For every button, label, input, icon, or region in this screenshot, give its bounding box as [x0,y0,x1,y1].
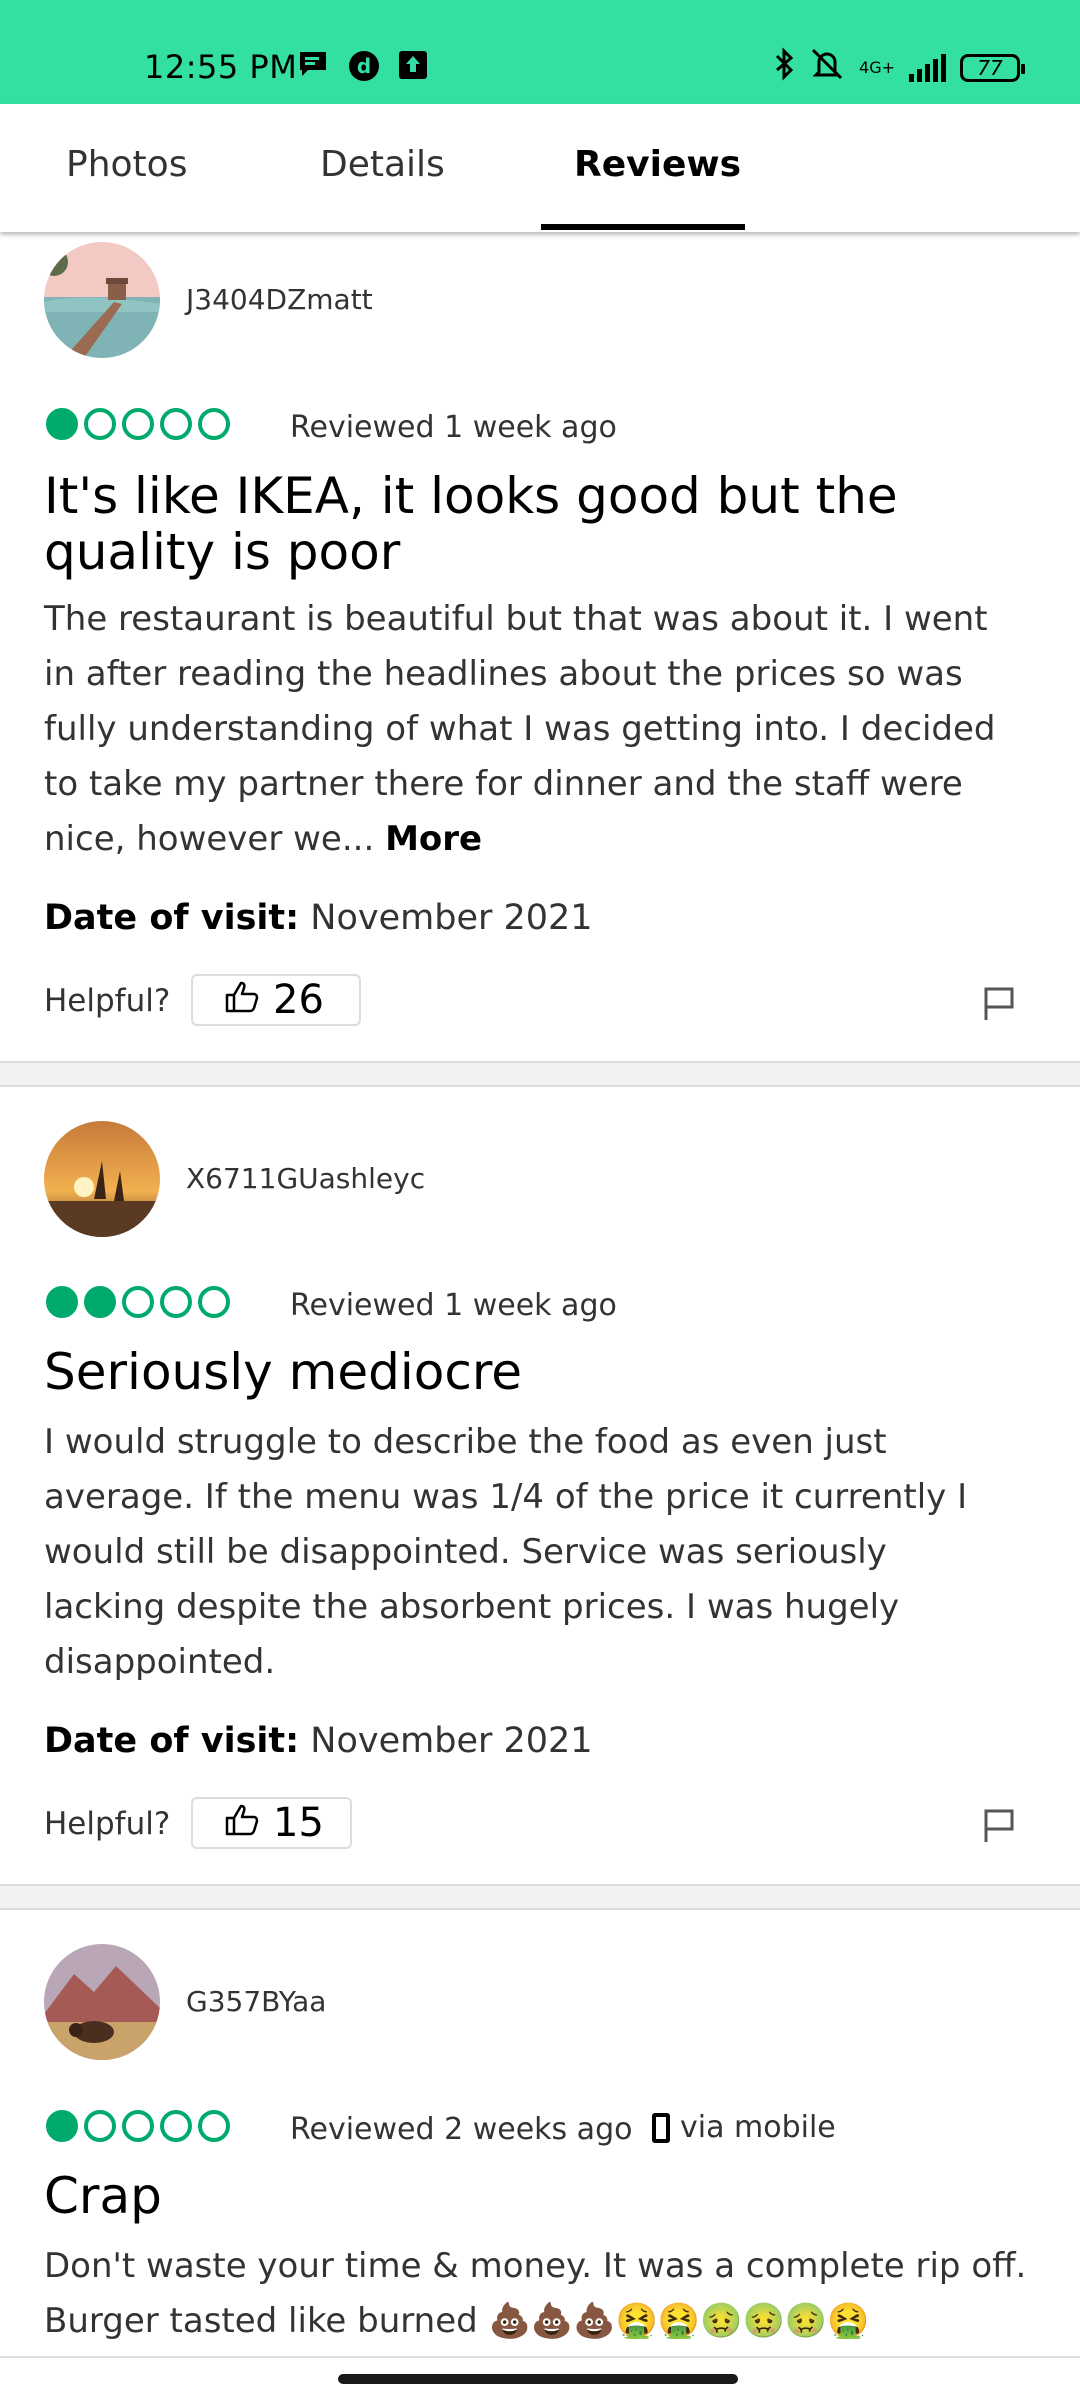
bottom-divider [0,2356,1080,2358]
rating-bubbles [46,408,230,440]
flag-icon[interactable] [982,986,1018,1026]
review-separator [0,1884,1080,1910]
review-body-text: nice, however we... [44,819,375,859]
battery-icon: 77 [960,53,1025,82]
rating-dot-empty [122,408,154,440]
review-body: Don't waste your time & money. It was a … [44,2239,1074,2349]
date-of-visit-value: November 2021 [310,898,593,938]
app-notification-icon: d [348,50,380,86]
avatar[interactable] [44,1121,160,1237]
date-of-visit: Date of visit: November 2021 [44,898,593,938]
rating-dot-filled [84,1286,116,1318]
home-indicator[interactable] [338,2374,738,2384]
review-body-line: in after reading the headlines about the… [44,654,963,694]
review-body: The restaurant is beautiful but that was… [44,592,1044,867]
rating-dot-empty [122,1286,154,1318]
status-icons: 4G+ 77 [773,46,1025,89]
review-date: Reviewed 2 weeks ago [290,2112,633,2147]
helpful-button[interactable]: 15 [191,1797,352,1849]
more-link[interactable]: More [385,819,482,859]
review-body-line: average. If the menu was 1/4 of the pric… [44,1477,968,1517]
rating-dot-empty [160,1286,192,1318]
tab-reviews[interactable]: Reviews [574,144,741,185]
avatar[interactable] [44,1944,160,2060]
helpful-count: 15 [273,1800,324,1846]
reviewer-username[interactable]: X6711GUashleyc [186,1162,425,1195]
date-of-visit-label: Date of visit: [44,1721,300,1761]
rating-dot-empty [122,2110,154,2142]
rating-dot-filled [46,1286,78,1318]
review-body-line: to take my partner there for dinner and … [44,764,963,804]
review-body-line: would still be disappointed. Service was… [44,1532,887,1572]
network-type: 4G+ [859,57,895,77]
review-body-line: Don't waste your time & money. It was a … [44,2246,1027,2286]
date-of-visit-label: Date of visit: [44,898,300,938]
helpful-count: 26 [273,977,324,1023]
review-title[interactable]: It's like IKEA, it looks good but the qu… [44,468,1044,580]
review-body-text: Burger tasted like burned [44,2301,478,2341]
via-mobile: via mobile [652,2110,836,2145]
flag-icon[interactable] [982,1808,1018,1848]
review-body-line: Burger tasted like burned 💩💩💩🤮🤮🤢🤢🤢🤮 [44,2294,1074,2349]
review-title-line: It's like IKEA, it looks good but the [44,467,898,525]
rating-dot-empty [160,408,192,440]
review-body-line: nice, however we... More [44,812,1044,867]
review-emojis: 💩💩💩🤮🤮🤢🤢🤢🤮 [488,2301,870,2341]
reviewer-username[interactable]: J3404DZmatt [186,283,373,316]
tab-details[interactable]: Details [320,144,445,185]
review-body: I would struggle to describe the food as… [44,1415,1044,1690]
rating-dot-empty [198,1286,230,1318]
via-mobile-label: via mobile [680,2110,836,2145]
svg-text:d: d [357,54,371,78]
reviewer-username[interactable]: G357BYaa [186,1985,326,2018]
rating-bubbles [46,2110,230,2142]
mute-icon [809,46,845,89]
review-title[interactable]: Crap [44,2168,1044,2224]
signal-icon [909,53,946,82]
rating-dot-empty [198,408,230,440]
helpful-label: Helpful? [44,1806,171,1842]
review-separator [0,1061,1080,1087]
review-title-line: quality is poor [44,523,401,581]
message-icon [298,50,330,82]
rating-dot-empty [84,2110,116,2142]
mobile-phone-icon [652,2112,670,2143]
rating-dot-empty [160,2110,192,2142]
date-of-visit-value: November 2021 [310,1721,593,1761]
bluetooth-icon [773,46,795,89]
active-tab-indicator [541,224,745,230]
rating-bubbles [46,1286,230,1318]
review-date: Reviewed 1 week ago [290,410,617,445]
review-title[interactable]: Seriously mediocre [44,1344,1044,1400]
tab-bar: Photos Details Reviews [0,104,1080,232]
rating-dot-empty [84,408,116,440]
review-body-line: The restaurant is beautiful but that was… [44,599,988,639]
status-time: 12:55 PM [144,48,298,86]
helpful-button[interactable]: 26 [191,974,361,1026]
review-title-line: Seriously mediocre [44,1343,523,1401]
battery-level: 77 [977,55,1003,80]
review-body-line: fully understanding of what I was gettin… [44,709,996,749]
review-title-line: Crap [44,2167,162,2225]
review-date: Reviewed 1 week ago [290,1288,617,1323]
review-body-line: lacking despite the absorbent prices. I … [44,1587,900,1627]
review-body-line: disappointed. [44,1642,276,1682]
rating-dot-filled [46,408,78,440]
tab-photos[interactable]: Photos [66,144,187,185]
helpful-label: Helpful? [44,983,171,1019]
rating-dot-empty [198,2110,230,2142]
thumbs-up-icon [225,977,259,1023]
thumbs-up-icon [225,1800,259,1846]
upload-icon [398,50,428,84]
review-body-line: I would struggle to describe the food as… [44,1422,887,1462]
status-bar: 12:55 PM d 4G+ 77 [0,0,1080,104]
rating-dot-filled [46,2110,78,2142]
date-of-visit: Date of visit: November 2021 [44,1721,593,1761]
avatar[interactable] [44,242,160,358]
